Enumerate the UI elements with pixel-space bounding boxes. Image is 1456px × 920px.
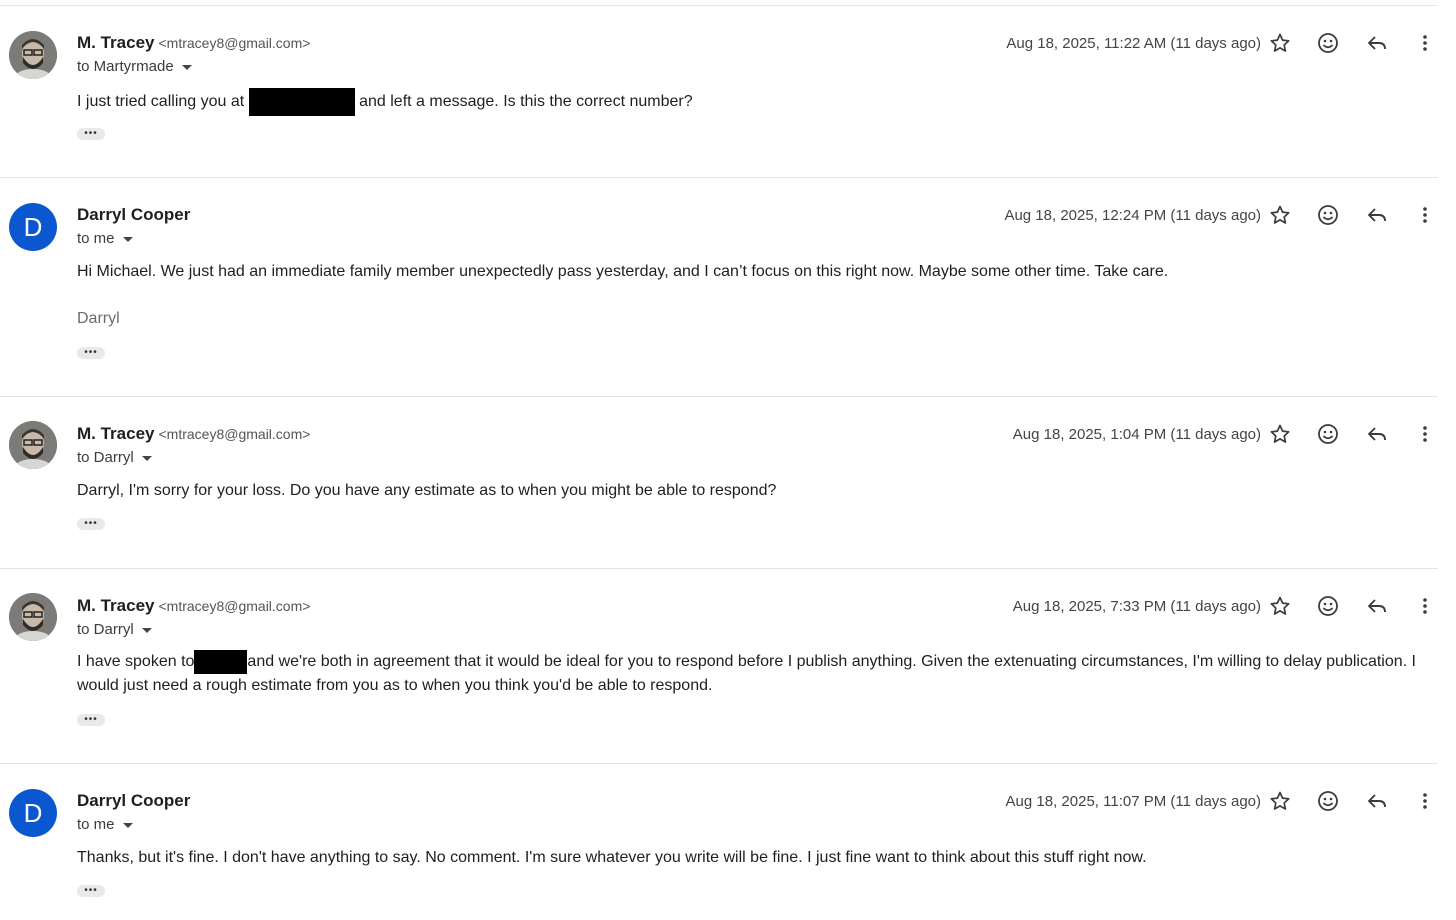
show-trimmed-content-button[interactable]: ••• (77, 885, 105, 897)
redacted-block (194, 650, 248, 674)
message-date: Aug 18, 2025, 11:07 PM (11 days ago) (1005, 793, 1261, 810)
sender-email: <mtracey8@gmail.com> (158, 426, 311, 442)
star-icon[interactable] (1268, 31, 1292, 55)
sender-name[interactable]: M. Tracey (77, 424, 155, 443)
show-trimmed-content-button[interactable]: ••• (77, 714, 105, 726)
recipient-line: to Martyrmade (77, 58, 192, 75)
signature: Darryl (77, 310, 120, 327)
show-trimmed-content-button[interactable]: ••• (77, 518, 105, 530)
recipient-label: to Darryl (77, 449, 134, 466)
body-text-after: and we're both in agreement that it woul… (77, 653, 1416, 695)
reply-icon[interactable] (1365, 422, 1389, 446)
message-body: Thanks, but it's fine. I don't have anyt… (77, 849, 1147, 866)
recipient-label: to me (77, 230, 115, 247)
divider (0, 396, 1438, 397)
sender-line: Darryl Cooper (77, 205, 190, 225)
chevron-down-icon[interactable] (122, 236, 133, 242)
chevron-down-icon[interactable] (141, 627, 152, 633)
sender-email: <mtracey8@gmail.com> (158, 35, 311, 51)
sender-line: M. Tracey <mtracey8@gmail.com> (77, 33, 310, 53)
message-date: Aug 18, 2025, 1:04 PM (11 days ago) (1012, 426, 1261, 443)
reply-icon[interactable] (1365, 31, 1389, 55)
recipient-line: to Darryl (77, 621, 152, 638)
message-date: Aug 18, 2025, 11:22 AM (11 days ago) (1006, 35, 1261, 52)
more-vert-icon[interactable] (1413, 31, 1437, 55)
avatar-photo-icon (9, 31, 57, 79)
chevron-down-icon[interactable] (181, 64, 192, 70)
message-date: Aug 18, 2025, 7:33 PM (11 days ago) (1012, 598, 1261, 615)
sender-name[interactable]: Darryl Cooper (77, 205, 190, 224)
sender-name[interactable]: Darryl Cooper (77, 791, 190, 810)
body-text-after: and left a message. Is this the correct … (359, 93, 693, 111)
recipient-label: to Darryl (77, 621, 134, 638)
message-body: I just tried calling you at and left a m… (77, 88, 1417, 116)
body-text-before: I just tried calling you at (77, 93, 245, 111)
more-vert-icon[interactable] (1413, 422, 1437, 446)
more-vert-icon[interactable] (1413, 789, 1437, 813)
avatar[interactable]: D (9, 203, 57, 251)
emoji-icon[interactable] (1316, 422, 1340, 446)
chevron-down-icon[interactable] (122, 822, 133, 828)
chevron-down-icon[interactable] (141, 455, 152, 461)
emoji-icon[interactable] (1316, 31, 1340, 55)
avatar[interactable] (9, 593, 57, 641)
redacted-block (248, 88, 355, 116)
more-vert-icon[interactable] (1413, 203, 1437, 227)
reply-icon[interactable] (1365, 594, 1389, 618)
star-icon[interactable] (1268, 422, 1292, 446)
show-trimmed-content-button[interactable]: ••• (77, 347, 105, 359)
sender-line: M. Tracey <mtracey8@gmail.com> (77, 424, 310, 444)
avatar-photo-icon (9, 421, 57, 469)
message-body: Hi Michael. We just had an immediate fam… (77, 263, 1169, 280)
sender-line: M. Tracey <mtracey8@gmail.com> (77, 596, 310, 616)
emoji-icon[interactable] (1316, 594, 1340, 618)
sender-email: <mtracey8@gmail.com> (158, 598, 311, 614)
reply-icon[interactable] (1365, 203, 1389, 227)
emoji-icon[interactable] (1316, 203, 1340, 227)
divider (0, 177, 1438, 178)
message-body: Darryl, I'm sorry for your loss. Do you … (77, 482, 777, 499)
avatar-photo-icon (9, 593, 57, 641)
top-divider (0, 5, 1438, 6)
avatar[interactable]: D (9, 789, 57, 837)
body-text-before: I have spoken to (77, 653, 195, 671)
sender-name[interactable]: M. Tracey (77, 33, 155, 52)
star-icon[interactable] (1268, 594, 1292, 618)
emoji-icon[interactable] (1316, 789, 1340, 813)
recipient-line: to Darryl (77, 449, 152, 466)
recipient-label: to Martyrmade (77, 58, 174, 75)
more-vert-icon[interactable] (1413, 594, 1437, 618)
recipient-label: to me (77, 816, 115, 833)
show-trimmed-content-button[interactable]: ••• (77, 128, 105, 140)
avatar[interactable] (9, 31, 57, 79)
message-date: Aug 18, 2025, 12:24 PM (11 days ago) (1004, 207, 1261, 224)
sender-name[interactable]: M. Tracey (77, 596, 155, 615)
sender-line: Darryl Cooper (77, 791, 190, 811)
divider (0, 763, 1438, 764)
star-icon[interactable] (1268, 789, 1292, 813)
avatar[interactable] (9, 421, 57, 469)
star-icon[interactable] (1268, 203, 1292, 227)
divider (0, 568, 1438, 569)
message-body: I have spoken to and we're both in agreem… (77, 650, 1417, 698)
reply-icon[interactable] (1365, 789, 1389, 813)
recipient-line: to me (77, 816, 133, 833)
recipient-line: to me (77, 230, 133, 247)
